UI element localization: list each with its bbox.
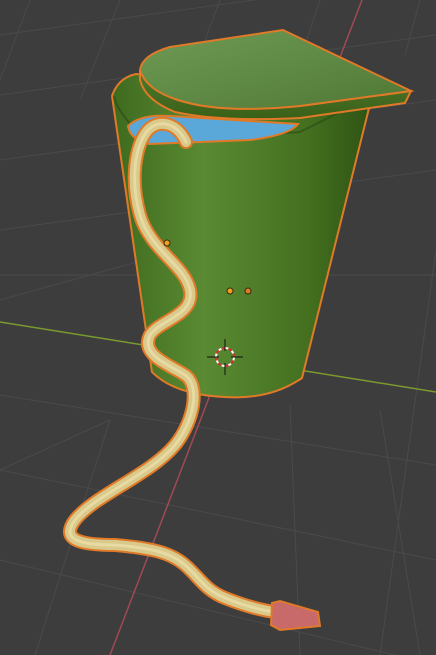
origin-point-lid[interactable] [244,287,252,295]
viewport-canvas[interactable] [0,0,436,655]
3d-viewport[interactable] [0,0,436,655]
lid-top[interactable] [138,28,415,110]
straw-tip[interactable] [269,599,322,632]
origin-point-straw[interactable] [163,239,171,247]
origin-point-cup[interactable] [226,287,234,295]
